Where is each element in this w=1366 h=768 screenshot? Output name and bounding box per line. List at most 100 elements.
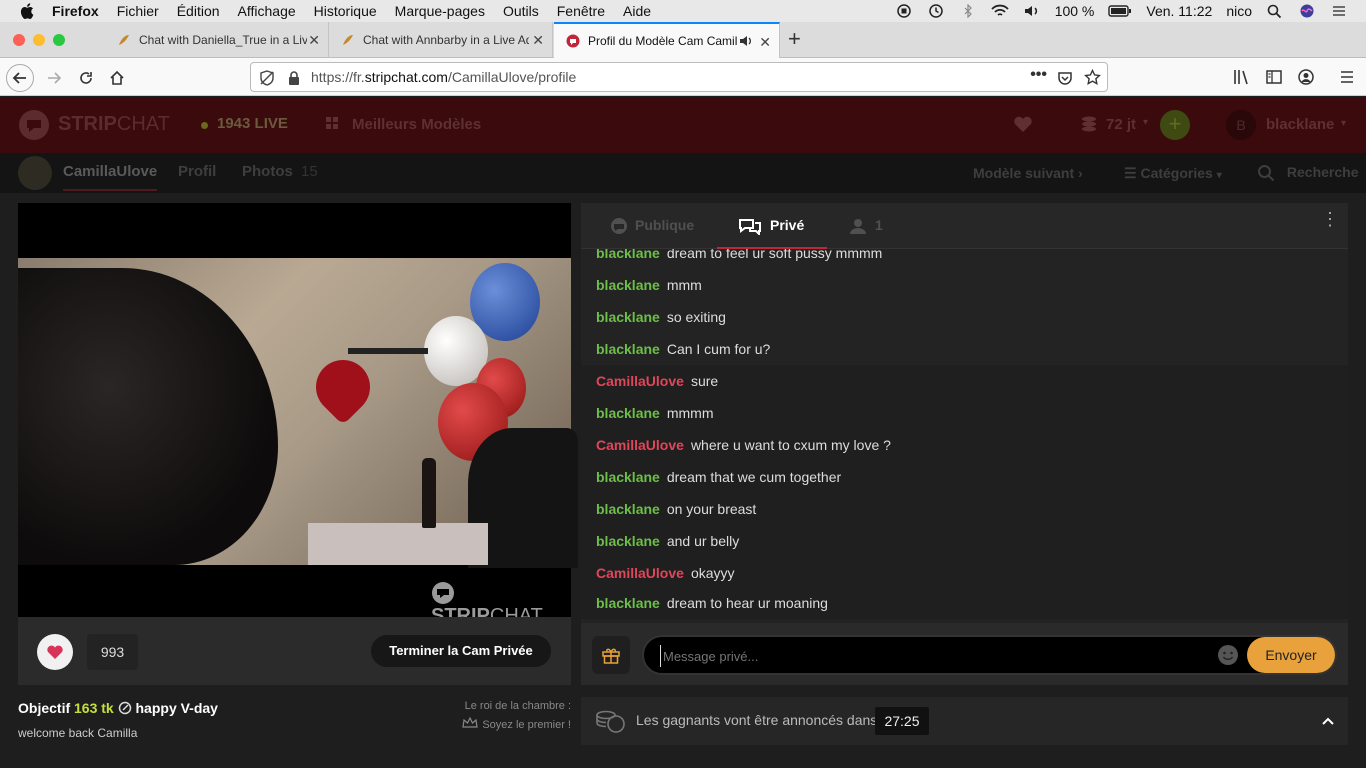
tab-label: Chat with Annbarby in a Live Ad [363, 33, 529, 47]
menu-aide[interactable]: Aide [623, 3, 651, 19]
tab-camillaulove-profile[interactable]: Profil du Modèle Cam Camill ✕ [554, 22, 780, 58]
tab-private[interactable]: Privé [738, 217, 804, 237]
profile-link[interactable]: Profil [178, 163, 216, 180]
tab-annbarby[interactable]: Chat with Annbarby in a Live Ad ✕ [329, 22, 553, 58]
photos-link[interactable]: Photos 15 [242, 163, 318, 180]
menu-fichier[interactable]: Fichier [117, 3, 159, 19]
home-button[interactable] [103, 64, 131, 92]
account-icon[interactable] [1297, 68, 1315, 86]
record-icon[interactable] [895, 4, 913, 18]
tokens-icon[interactable] [1079, 114, 1099, 134]
private-message-input[interactable] [660, 645, 1200, 667]
buy-tokens-button[interactable]: + [1160, 110, 1190, 140]
bluetooth-icon[interactable] [959, 4, 977, 18]
user-name[interactable]: nico [1226, 3, 1252, 19]
search-button[interactable]: Recherche [1257, 164, 1358, 182]
top-models-icon[interactable] [325, 115, 345, 133]
coins-icon [596, 710, 625, 733]
send-button[interactable]: Envoyer [1247, 637, 1335, 673]
bookmark-star-icon[interactable] [1084, 69, 1101, 86]
menu-app-name[interactable]: Firefox [52, 3, 99, 19]
header-username[interactable]: blacklane [1266, 116, 1334, 133]
message-input-wrapper: Envoyer [642, 635, 1337, 675]
page-actions-icon[interactable]: ••• [1030, 66, 1047, 84]
minimize-window-button[interactable] [33, 34, 45, 46]
tab-daniella[interactable]: Chat with Daniella_True in a Live Ad ✕ [105, 22, 329, 58]
menu-marque-pages[interactable]: Marque-pages [395, 3, 485, 19]
top-models-link[interactable]: Meilleurs Modèles [352, 116, 481, 133]
live-count[interactable]: 1943 LIVE [217, 115, 288, 132]
close-tab-icon[interactable]: ✕ [759, 34, 771, 51]
volume-icon[interactable] [1023, 4, 1041, 18]
message-username[interactable]: blacklane [596, 405, 660, 421]
end-private-cam-button[interactable]: Terminer la Cam Privée [371, 635, 551, 667]
message-username[interactable]: blacklane [596, 469, 660, 485]
model-name-link[interactable]: CamillaUlove [63, 163, 158, 191]
message-text: dream to feel ur soft pussy mmmm [666, 249, 883, 261]
like-button[interactable] [37, 634, 73, 670]
new-tab-button[interactable]: + [788, 26, 801, 52]
emoji-icon[interactable] [1217, 644, 1239, 666]
spotlight-icon[interactable] [1266, 4, 1284, 18]
lock-icon[interactable] [287, 70, 301, 86]
reload-button[interactable] [72, 64, 100, 92]
message-username[interactable]: CamillaUlove [596, 565, 684, 581]
message-username[interactable]: blacklane [596, 533, 660, 549]
tab-public[interactable]: Publique [609, 217, 694, 235]
url-bar[interactable]: https://fr.stripchat.com/CamillaUlove/pr… [250, 62, 1108, 92]
navigation-bar: https://fr.stripchat.com/CamillaUlove/pr… [0, 58, 1366, 96]
chevron-up-icon[interactable] [1321, 714, 1335, 728]
sidebar-icon[interactable] [1265, 68, 1283, 86]
next-model-button[interactable]: Modèle suivant › [973, 165, 1083, 181]
clock[interactable]: Ven. 11:22 [1146, 3, 1212, 19]
pocket-icon[interactable] [1057, 70, 1073, 86]
time-machine-icon[interactable] [927, 4, 945, 18]
winners-announcement-bar[interactable]: Les gagnants vont être annoncés dans 27:… [581, 697, 1348, 745]
close-tab-icon[interactable]: ✕ [532, 32, 544, 49]
model-avatar[interactable] [18, 156, 52, 190]
message-username[interactable]: blacklane [596, 277, 660, 293]
zoom-window-button[interactable] [53, 34, 65, 46]
menu-outils[interactable]: Outils [503, 3, 539, 19]
tracking-protection-icon[interactable] [259, 70, 275, 86]
search-icon [1258, 165, 1275, 182]
siri-icon[interactable] [1298, 4, 1316, 18]
menu-historique[interactable]: Historique [314, 3, 377, 19]
message-text: okayyy [690, 565, 735, 581]
message-username[interactable]: blacklane [596, 249, 660, 261]
video-player[interactable]: STRIPCHAT [18, 203, 578, 627]
speaker-icon[interactable] [739, 34, 753, 48]
forward-button[interactable] [40, 64, 68, 92]
avatar[interactable]: B [1226, 110, 1256, 140]
message-username[interactable]: CamillaUlove [596, 437, 684, 453]
wifi-icon[interactable] [991, 4, 1009, 18]
hamburger-menu-icon[interactable] [1338, 68, 1356, 86]
library-icon[interactable] [1233, 68, 1251, 86]
viewers-count[interactable]: 1 [849, 217, 883, 235]
battery-icon[interactable] [1108, 4, 1132, 18]
person [18, 268, 278, 565]
notification-center-icon[interactable] [1330, 4, 1348, 18]
gift-button[interactable] [592, 636, 630, 674]
message-username[interactable]: blacklane [596, 341, 660, 357]
back-button[interactable] [6, 64, 34, 92]
categories-dropdown[interactable]: ☰ Catégories ▾ [1124, 165, 1222, 182]
goal-label: Objectif [18, 700, 71, 716]
menu-affichage[interactable]: Affichage [238, 3, 296, 19]
favorites-heart-icon[interactable] [1013, 115, 1033, 133]
message-username[interactable]: blacklane [596, 501, 660, 517]
token-balance[interactable]: 72 jt [1106, 116, 1136, 133]
menu-fenetre[interactable]: Fenêtre [557, 3, 605, 19]
menu-edition[interactable]: Édition [177, 3, 220, 19]
stripchat-logo-icon[interactable] [18, 109, 50, 141]
chat-options-icon[interactable]: ⋮ [1321, 210, 1339, 228]
like-count: 993 [87, 634, 138, 670]
message-username[interactable]: CamillaUlove [596, 373, 684, 389]
close-tab-icon[interactable]: ✕ [308, 32, 320, 49]
close-window-button[interactable] [13, 34, 25, 46]
site-logo-text[interactable]: STRIPCHAT [58, 113, 170, 136]
message-text: and ur belly [666, 533, 740, 549]
apple-icon[interactable] [20, 3, 34, 19]
message-username[interactable]: blacklane [596, 595, 660, 611]
message-username[interactable]: blacklane [596, 309, 660, 325]
